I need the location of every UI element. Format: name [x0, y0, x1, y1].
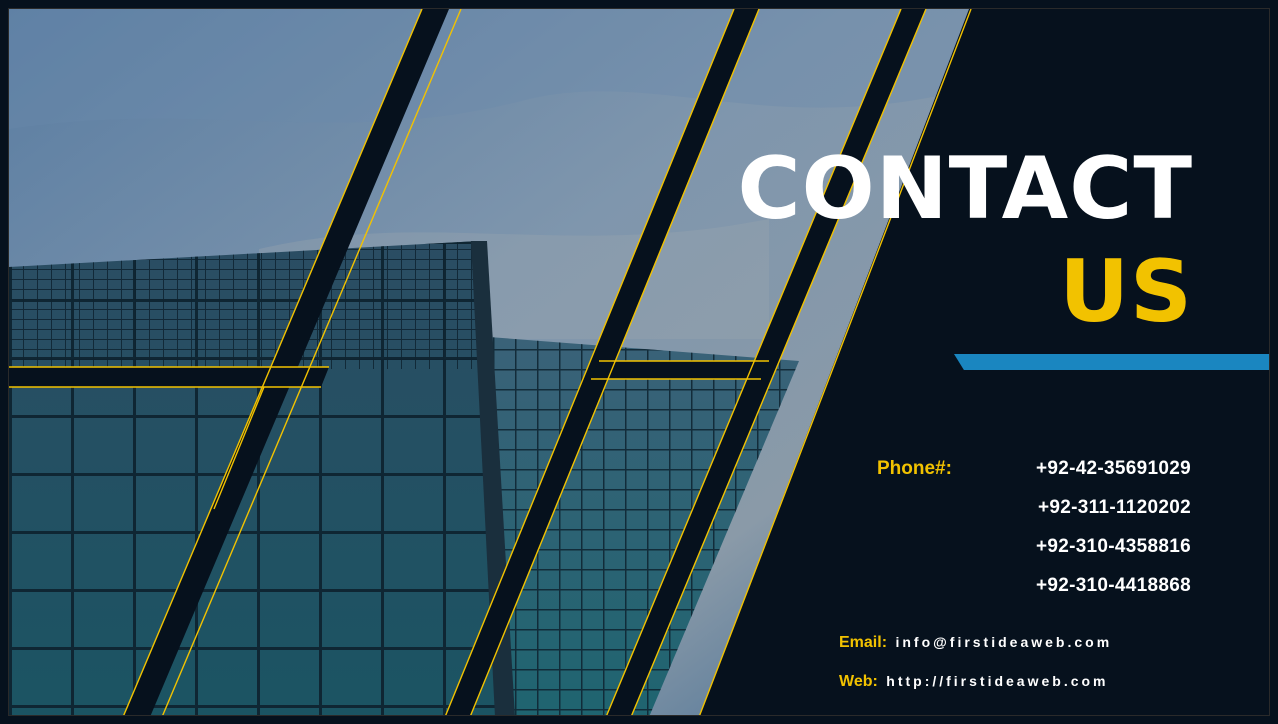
email-label: Email:: [839, 634, 888, 651]
phone-number[interactable]: +92-310-4358816: [1036, 536, 1191, 575]
phone-list: +92-42-35691029 +92-311-1120202 +92-310-…: [1036, 458, 1191, 614]
phone-label: Phone#:: [877, 458, 952, 479]
phone-number[interactable]: +92-311-1120202: [1036, 497, 1191, 536]
title-contact: CONTACT: [737, 139, 1193, 239]
web-row: Web: http://firstideaweb.com: [839, 673, 1109, 691]
phone-number[interactable]: +92-42-35691029: [1036, 458, 1191, 497]
web-link[interactable]: http://firstideaweb.com: [886, 673, 1108, 689]
web-label: Web:: [839, 673, 878, 690]
email-link[interactable]: info@firstideaweb.com: [895, 634, 1112, 650]
title-us: US: [1059, 242, 1193, 342]
slide-frame: CONTACT US Phone#: +92-42-35691029 +92-3…: [8, 8, 1270, 716]
accent-bar: [954, 354, 1269, 370]
slide: CONTACT US Phone#: +92-42-35691029 +92-3…: [0, 0, 1278, 724]
phone-number[interactable]: +92-310-4418868: [1036, 575, 1191, 614]
email-row: Email: info@firstideaweb.com: [839, 634, 1112, 652]
